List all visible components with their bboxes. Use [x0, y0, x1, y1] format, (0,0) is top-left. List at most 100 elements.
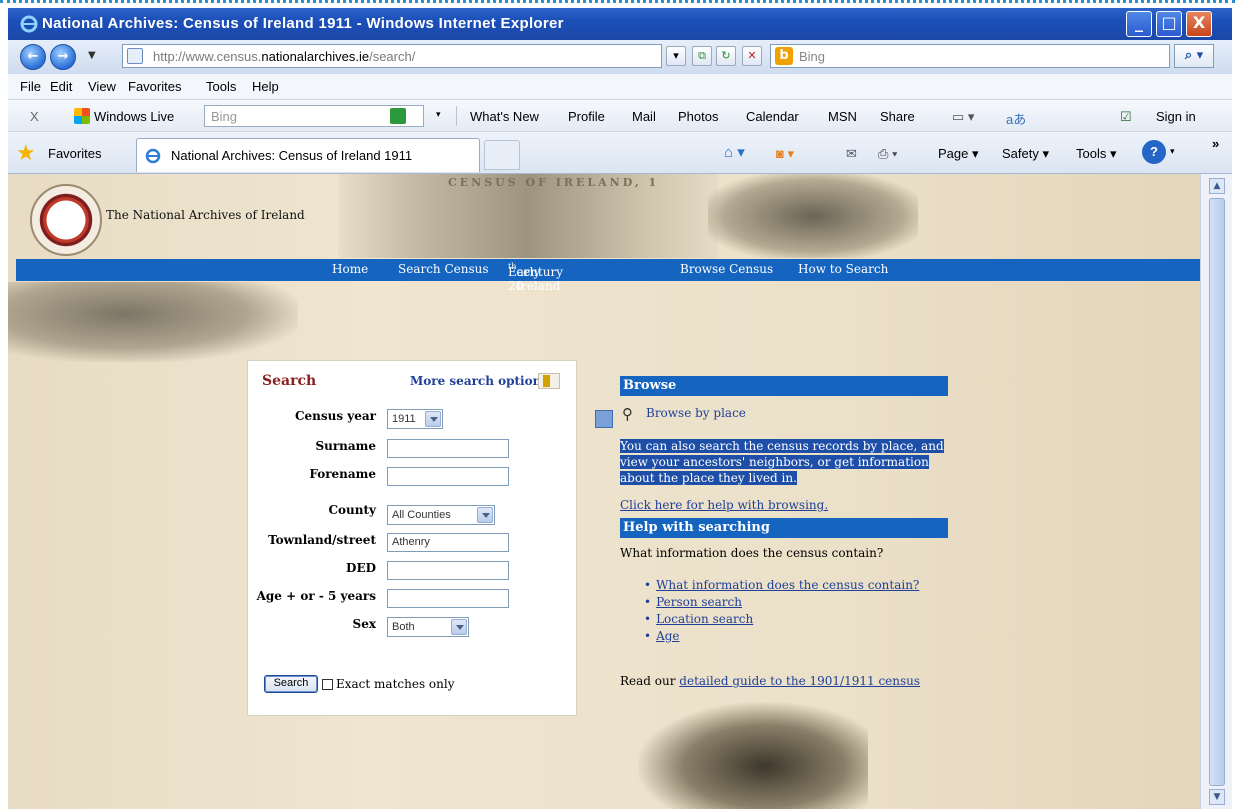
menu-edit[interactable]: Edit — [50, 79, 72, 94]
expand-icon[interactable] — [595, 410, 613, 428]
sign-in-link[interactable]: Sign in — [1156, 109, 1196, 124]
home-icon[interactable]: ⌂ ▾ — [724, 143, 745, 161]
menu-tools[interactable]: Tools — [206, 79, 236, 94]
maximize-button[interactable]: □ — [1156, 11, 1182, 37]
minimize-button[interactable]: _ — [1126, 11, 1152, 37]
wl-dropdown-icon[interactable]: ▾ — [436, 109, 441, 120]
forename-input[interactable] — [387, 467, 509, 486]
help-browsing-link[interactable]: Click here for help with browsing. — [620, 498, 828, 512]
forward-button[interactable]: → — [50, 44, 76, 70]
age-input[interactable] — [387, 589, 509, 608]
site-name: The National Archives of Ireland — [106, 208, 305, 222]
link-mail[interactable]: Mail — [632, 109, 656, 124]
translate-icon[interactable]: aあ — [1006, 109, 1026, 128]
favorites-button[interactable]: Favorites — [48, 146, 101, 161]
townland-input[interactable]: Athenry — [387, 533, 509, 552]
nav-how-to-search[interactable]: How to Search — [798, 262, 888, 276]
search-button[interactable]: Search — [264, 675, 318, 693]
options-icon[interactable]: ▭ ▾ — [952, 109, 974, 125]
recent-pages-dropdown-icon[interactable]: ▼ — [88, 50, 96, 61]
help-link-age[interactable]: Age — [656, 629, 679, 643]
tab-census-ireland[interactable]: National Archives: Census of Ireland 191… — [136, 138, 480, 172]
exact-matches-checkbox[interactable] — [322, 679, 333, 690]
sex-select[interactable]: Both — [387, 617, 469, 637]
back-button[interactable]: ← — [20, 44, 46, 70]
sex-label: Sex — [352, 617, 376, 631]
chevron-down-icon — [477, 507, 493, 523]
toolbar-close-icon[interactable]: X — [30, 109, 39, 124]
census-year-value: 1911 — [392, 413, 416, 425]
help-link-location-search[interactable]: Location search — [656, 612, 753, 626]
menu-view[interactable]: View — [88, 79, 116, 94]
stop-icon[interactable]: ✕ — [742, 46, 762, 66]
ded-input[interactable] — [387, 561, 509, 580]
list-item: What information does the census contain… — [644, 578, 919, 595]
windows-live-label[interactable]: Windows Live — [94, 109, 174, 124]
browse-description: You can also search the census records b… — [620, 439, 944, 485]
browser-window: National Archives: Census of Ireland 191… — [8, 8, 1232, 809]
wl-search-placeholder: Bing — [211, 109, 238, 124]
print-icon[interactable]: ⎙ ▾ — [878, 146, 897, 162]
nav-early-20th-century-ireland[interactable]: Early 20th century Ireland — [508, 262, 563, 293]
guide-text: Read our detailed guide to the 1901/1911… — [620, 674, 921, 688]
surname-input[interactable] — [387, 439, 509, 458]
search-box[interactable]: b Bing — [770, 44, 1170, 68]
scroll-up-icon[interactable]: ▲ — [1209, 178, 1225, 194]
census-guide-link[interactable]: detailed guide to the 1901/1911 census — [679, 674, 920, 688]
page-menu[interactable]: Page ▾ — [938, 146, 979, 162]
menu-favorites[interactable]: Favorites — [128, 79, 181, 94]
help-link-census-contents[interactable]: What information does the census contain… — [656, 578, 919, 592]
menu-help[interactable]: Help — [252, 79, 279, 94]
search-title: Search — [262, 373, 317, 389]
feeds-icon[interactable]: ◙ ▾ — [776, 146, 794, 162]
browse-by-place-link[interactable]: Browse by place — [646, 406, 746, 420]
safety-menu[interactable]: Safety ▾ — [1002, 146, 1049, 162]
read-mail-icon[interactable]: ✉ — [846, 146, 857, 162]
list-item: Location search — [644, 612, 919, 629]
sign-in-icon[interactable]: ☑ — [1120, 109, 1132, 125]
link-msn[interactable]: MSN — [828, 109, 857, 124]
address-dropdown-icon[interactable]: ▾ — [666, 46, 686, 66]
page-content: CENSUS OF IRELAND, 1 The National Archiv… — [8, 174, 1200, 809]
link-profile[interactable]: Profile — [568, 109, 605, 124]
census-year-select[interactable]: 1911 — [387, 409, 443, 429]
age-label: Age + or - 5 years — [256, 589, 376, 603]
nav-home[interactable]: Home — [332, 262, 368, 276]
nav-search-census[interactable]: Search Census — [398, 262, 489, 276]
county-label: County — [328, 503, 376, 517]
scrollbar-thumb[interactable] — [1209, 198, 1225, 786]
more-options-icon[interactable] — [538, 373, 560, 389]
nav-browse-census[interactable]: Browse Census — [680, 262, 773, 276]
new-tab-button[interactable] — [484, 140, 520, 170]
help-dropdown-icon[interactable]: ▾ — [1170, 146, 1175, 157]
street-scene-photo — [8, 282, 298, 362]
address-url[interactable]: http://www.census.nationalarchives.ie/se… — [153, 49, 415, 64]
more-search-options-link[interactable]: More search options — [410, 374, 548, 388]
menu-file[interactable]: File — [20, 79, 41, 94]
link-calendar[interactable]: Calendar — [746, 109, 799, 124]
scroll-down-icon[interactable]: ▼ — [1209, 789, 1225, 805]
search-go-button[interactable]: ⌕ ▾ — [1174, 44, 1214, 68]
window-title: National Archives: Census of Ireland 191… — [42, 15, 564, 32]
link-photos[interactable]: Photos — [678, 109, 718, 124]
help-icon[interactable]: ? — [1142, 140, 1166, 164]
link-whats-new[interactable]: What's New — [470, 109, 539, 124]
link-share[interactable]: Share — [880, 109, 915, 124]
chevron-down-icon — [425, 411, 441, 427]
help-link-person-search[interactable]: Person search — [656, 595, 742, 609]
county-select[interactable]: All Counties — [387, 505, 495, 525]
vertical-scrollbar[interactable]: ▲ ▼ — [1200, 174, 1232, 809]
favorites-star-icon[interactable]: ★ — [16, 142, 36, 164]
toolbar-overflow-icon[interactable]: » — [1212, 136, 1219, 151]
close-window-button[interactable]: X — [1186, 11, 1212, 37]
page-icon — [127, 48, 143, 64]
national-archives-logo[interactable] — [30, 184, 102, 256]
train-photo — [638, 702, 868, 809]
compatibility-view-icon[interactable]: ⧉ — [692, 46, 712, 66]
refresh-icon[interactable]: ↻ — [716, 46, 736, 66]
tools-menu[interactable]: Tools ▾ — [1076, 146, 1117, 162]
address-toolbar: ← → ▼ http://www.census.nationalarchives… — [8, 40, 1232, 74]
wl-search-go-icon[interactable] — [390, 108, 406, 124]
help-links-list: What information does the census contain… — [644, 578, 919, 646]
address-bar[interactable]: http://www.census.nationalarchives.ie/se… — [122, 44, 662, 68]
